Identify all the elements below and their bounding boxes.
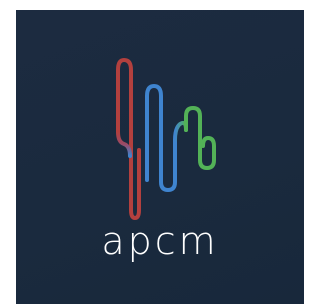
wave-blue-stroke [145, 84, 177, 192]
wave-green-stroke [184, 106, 216, 170]
wave-red-blue-stroke [116, 130, 132, 158]
wordmark-text: apcm [101, 219, 219, 263]
